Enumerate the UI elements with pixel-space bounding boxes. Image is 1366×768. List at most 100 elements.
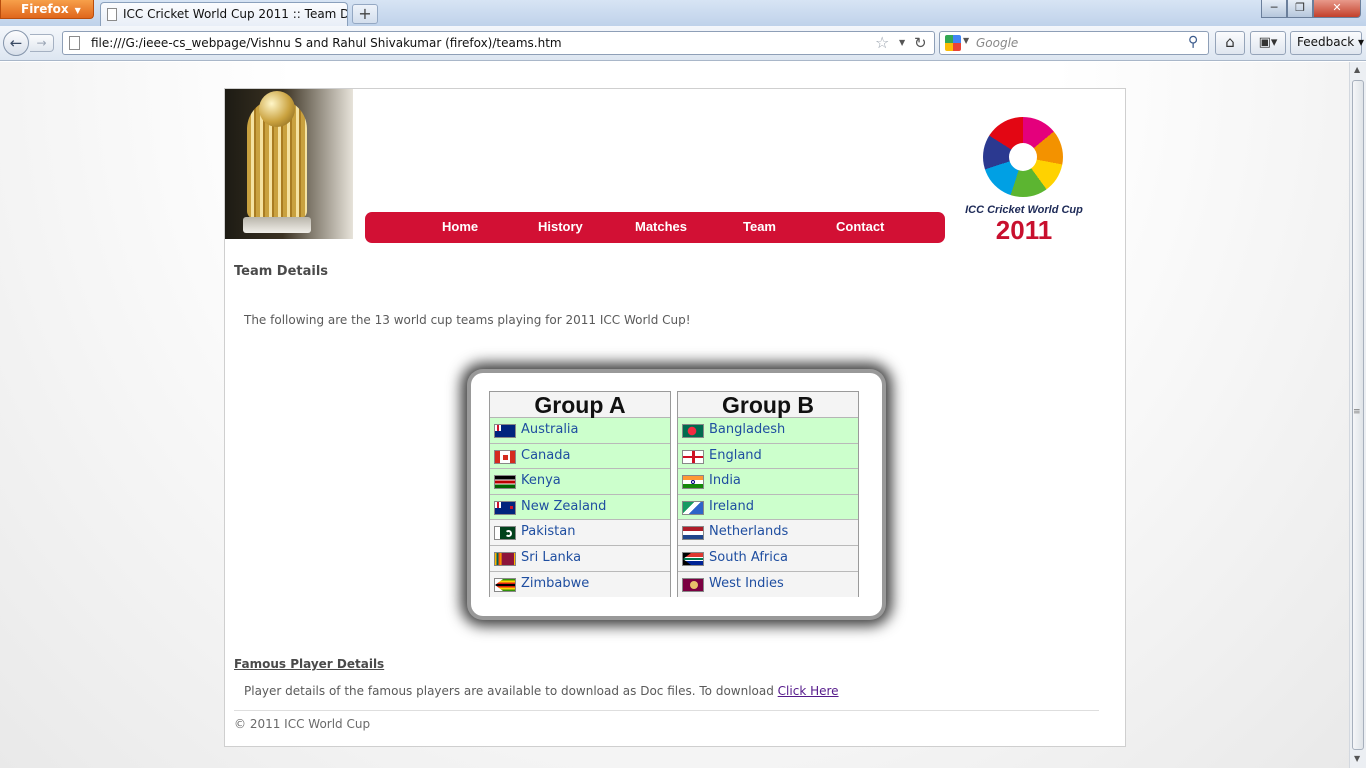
pakistan-flag-icon	[494, 526, 516, 541]
team-link[interactable]: England	[709, 444, 762, 468]
page-title: Team Details	[234, 264, 329, 279]
nav-team[interactable]: Team	[743, 212, 776, 243]
browser-tab[interactable]: ICC Cricket World Cup 2011 :: Team Det..…	[100, 2, 348, 26]
team-row[interactable]: India	[678, 469, 858, 495]
back-forward-group: ← →	[3, 30, 55, 56]
addon-icon: ▣▾	[1258, 35, 1278, 50]
feedback-label: Feedback	[1297, 35, 1355, 49]
team-link[interactable]: South Africa	[709, 546, 788, 570]
close-window-button[interactable]: ✕	[1313, 0, 1361, 18]
url-bar[interactable]: file:///G:/ieee-cs_webpage/Vishnu S and …	[62, 31, 935, 55]
search-bar[interactable]: ▼ Google ⚲	[939, 31, 1209, 55]
firefox-menu-button[interactable]: Firefox ▼	[0, 0, 94, 19]
page-container: Home History Matches Team Contact ICC Cr…	[224, 88, 1126, 747]
netherlands-flag-icon	[682, 526, 704, 541]
bangladesh-flag-icon	[682, 424, 704, 438]
page-icon	[107, 8, 117, 21]
scroll-down-icon[interactable]: ▼	[1354, 754, 1360, 763]
chevron-down-icon: ▼	[74, 6, 81, 15]
team-link[interactable]: Bangladesh	[709, 418, 785, 442]
new-zealand-flag-icon	[494, 500, 516, 515]
west-indies-flag-icon	[682, 577, 704, 592]
logo-swirl-center	[1009, 143, 1037, 171]
search-icon[interactable]: ⚲	[1188, 34, 1198, 50]
sri-lanka-flag-icon	[494, 551, 516, 566]
team-row[interactable]: Ireland	[678, 494, 858, 521]
download-link[interactable]: Click Here	[778, 684, 839, 698]
ireland-cricket-flag-icon	[682, 500, 704, 515]
group-a-table: Group A Australia Canada Kenya New Zeala…	[489, 391, 671, 598]
nav-home[interactable]: Home	[442, 212, 478, 243]
team-row[interactable]: Bangladesh	[678, 418, 858, 444]
world-cup-trophy-image	[225, 89, 353, 239]
home-button[interactable]: ⌂	[1215, 31, 1245, 55]
team-link[interactable]: Netherlands	[709, 520, 788, 544]
team-row[interactable]: Canada	[490, 443, 670, 470]
forward-arrow-icon: →	[36, 36, 47, 50]
trophy-globe	[259, 91, 295, 127]
vertical-scrollbar[interactable]: ▲ ≡ ▼	[1349, 62, 1366, 768]
main-menu: Home History Matches Team Contact	[365, 212, 945, 243]
nav-history[interactable]: History	[538, 212, 583, 243]
minimize-button[interactable]: ─	[1261, 0, 1287, 18]
famous-player-heading: Famous Player Details	[234, 657, 385, 671]
search-placeholder[interactable]: Google	[976, 32, 1018, 54]
window-titlebar: Firefox ▼ ICC Cricket World Cup 2011 :: T…	[0, 0, 1366, 26]
reload-icon[interactable]: ↻	[914, 33, 927, 53]
group-b-table: Group B Bangladesh England India Ireland…	[677, 391, 859, 598]
scroll-up-icon[interactable]: ▲	[1354, 65, 1360, 74]
team-link[interactable]: Pakistan	[521, 520, 575, 544]
team-row[interactable]: England	[678, 443, 858, 470]
team-link[interactable]: Zimbabwe	[521, 572, 589, 596]
team-row[interactable]: West Indies	[678, 571, 858, 598]
team-link[interactable]: Sri Lanka	[521, 546, 581, 570]
tab-title: ICC Cricket World Cup 2011 :: Team Det..…	[123, 7, 348, 21]
nav-matches[interactable]: Matches	[635, 212, 687, 243]
team-row[interactable]: South Africa	[678, 545, 858, 572]
home-icon: ⌂	[1225, 33, 1235, 51]
australia-flag-icon	[494, 424, 516, 438]
back-arrow-icon: ←	[9, 34, 23, 52]
trophy-base	[243, 217, 311, 233]
india-flag-icon	[682, 475, 704, 490]
team-link[interactable]: New Zealand	[521, 495, 606, 519]
team-row[interactable]: Netherlands	[678, 520, 858, 546]
logo-year: 2011	[995, 215, 1053, 245]
back-button[interactable]: ←	[3, 30, 29, 56]
url-text[interactable]: file:///G:/ieee-cs_webpage/Vishnu S and …	[91, 32, 562, 54]
footer-copyright: © 2011 ICC World Cup	[234, 717, 371, 731]
team-link[interactable]: Australia	[521, 418, 579, 442]
team-link[interactable]: West Indies	[709, 572, 784, 596]
intro-text: The following are the 13 world cup teams…	[244, 313, 691, 327]
team-row[interactable]: Pakistan	[490, 520, 670, 546]
bookmark-star-icon[interactable]: ☆	[875, 33, 889, 53]
groups-panel: Group A Australia Canada Kenya New Zeala…	[471, 373, 882, 616]
team-row[interactable]: Sri Lanka	[490, 545, 670, 572]
canada-flag-icon	[494, 449, 516, 464]
navigation-toolbar: ← → file:///G:/ieee-cs_webpage/Vishnu S …	[0, 26, 1366, 61]
team-link[interactable]: India	[709, 469, 741, 493]
forward-button[interactable]: →	[30, 34, 54, 52]
history-dropdown-icon[interactable]: ▼	[899, 35, 905, 51]
nav-contact[interactable]: Contact	[836, 212, 884, 243]
team-link[interactable]: Ireland	[709, 495, 754, 519]
firefox-menu-label: Firefox	[21, 2, 69, 16]
maximize-button[interactable]: ❐	[1287, 0, 1313, 18]
team-link[interactable]: Kenya	[521, 469, 561, 493]
group-title: Group A	[490, 392, 670, 418]
addon-button[interactable]: ▣▾	[1250, 31, 1286, 55]
icc-world-cup-logo: ICC Cricket World Cup 2011	[965, 117, 1083, 245]
scroll-grip-icon: ≡	[1353, 407, 1361, 417]
engine-dropdown-icon[interactable]: ▼	[963, 36, 969, 45]
team-row[interactable]: New Zealand	[490, 494, 670, 521]
team-row[interactable]: Australia	[490, 418, 670, 444]
team-link[interactable]: Canada	[521, 444, 570, 468]
england-flag-icon	[682, 449, 704, 464]
footer-divider	[234, 710, 1099, 711]
feedback-button[interactable]: Feedback ▾	[1290, 31, 1364, 55]
team-row[interactable]: Kenya	[490, 469, 670, 495]
famous-player-description: Player details of the famous players are…	[244, 684, 778, 698]
new-tab-button[interactable]: +	[352, 4, 378, 24]
google-icon[interactable]	[945, 35, 961, 51]
team-row[interactable]: Zimbabwe	[490, 571, 670, 598]
